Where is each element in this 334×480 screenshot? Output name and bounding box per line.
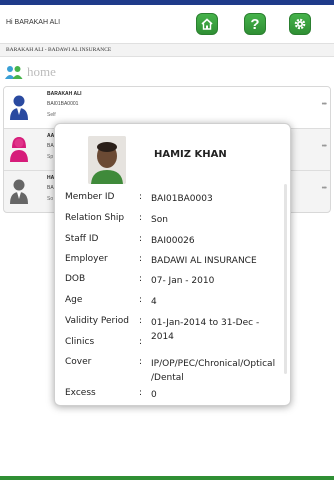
member-detail-popup: HAMIZ KHAN Member ID : BAI01BA0003 Relat… <box>54 123 291 406</box>
detail-colon: : <box>139 234 143 244</box>
member-relation: Self <box>47 112 56 118</box>
detail-label: Staff ID <box>65 234 99 244</box>
female-avatar-icon <box>8 135 30 163</box>
member-relation: Sp <box>47 154 54 160</box>
home-button[interactable] <box>196 13 218 35</box>
detail-colon: : <box>139 295 143 305</box>
header: Hi BARAKAH ALI ? <box>0 5 334 41</box>
detail-value: Son <box>151 215 168 225</box>
detail-colon: : <box>139 254 143 264</box>
detail-label: Excess <box>65 388 96 398</box>
member-name: BARAKAH ALI <box>47 91 82 97</box>
detail-colon: : <box>139 274 143 284</box>
more-icon[interactable]: ••• <box>322 101 327 108</box>
male-avatar-icon <box>8 93 30 121</box>
family-icon <box>4 64 24 80</box>
detail-value: IP/OP/PEC/Chronical/Optical /Dental <box>151 359 276 383</box>
detail-label: Cover <box>65 357 92 367</box>
help-button[interactable]: ? <box>244 13 266 35</box>
detail-label: Relation Ship <box>65 213 125 223</box>
bottom-bar <box>0 476 334 480</box>
detail-value: BAI00026 <box>151 236 195 246</box>
member-id: BAI01BA0001 <box>47 101 79 107</box>
member-id: BA <box>47 143 54 149</box>
account-text: BARAKAH ALI - BADAWI AL INSURANCE <box>6 47 112 53</box>
detail-colon: : <box>139 388 143 398</box>
detail-colon: : <box>139 213 143 223</box>
member-detail-name: HAMIZ KHAN <box>154 149 227 160</box>
detail-colon: : <box>139 357 143 367</box>
more-icon[interactable]: ••• <box>322 185 327 192</box>
detail-value: 01-Jan-2014 to 31-Dec - 2014 <box>151 318 260 342</box>
section-title: home <box>27 64 56 79</box>
detail-label: Clinics <box>65 337 95 347</box>
home-icon <box>201 18 213 30</box>
member-photo <box>88 136 126 184</box>
detail-colon: : <box>139 316 143 326</box>
member-relation: So <box>47 196 54 202</box>
more-icon[interactable]: ••• <box>322 143 327 150</box>
greeting-text: Hi BARAKAH ALI <box>6 19 61 26</box>
popup-scrollbar[interactable] <box>284 184 287 374</box>
section-header: home <box>4 62 56 82</box>
help-icon: ? <box>250 15 260 33</box>
detail-label: Member ID <box>65 192 115 202</box>
settings-button[interactable] <box>289 13 311 35</box>
gear-icon <box>294 18 306 30</box>
detail-label: Employer <box>65 254 108 264</box>
detail-value: BAI01BA0003 <box>151 194 213 204</box>
detail-label: Age <box>65 295 83 305</box>
detail-value: 4 <box>151 297 157 307</box>
member-id: BA <box>47 185 54 191</box>
detail-label: DOB <box>65 274 86 284</box>
detail-value: 0 <box>151 390 157 400</box>
male-grey-avatar-icon <box>8 177 30 205</box>
detail-value: BADAWI AL INSURANCE <box>151 256 257 266</box>
detail-value: 07- Jan - 2010 <box>151 276 215 286</box>
detail-colon: : <box>139 192 143 202</box>
detail-colon: : <box>139 337 143 347</box>
detail-label: Validity Period <box>65 316 129 326</box>
account-bar: BARAKAH ALI - BADAWI AL INSURANCE <box>0 43 334 57</box>
